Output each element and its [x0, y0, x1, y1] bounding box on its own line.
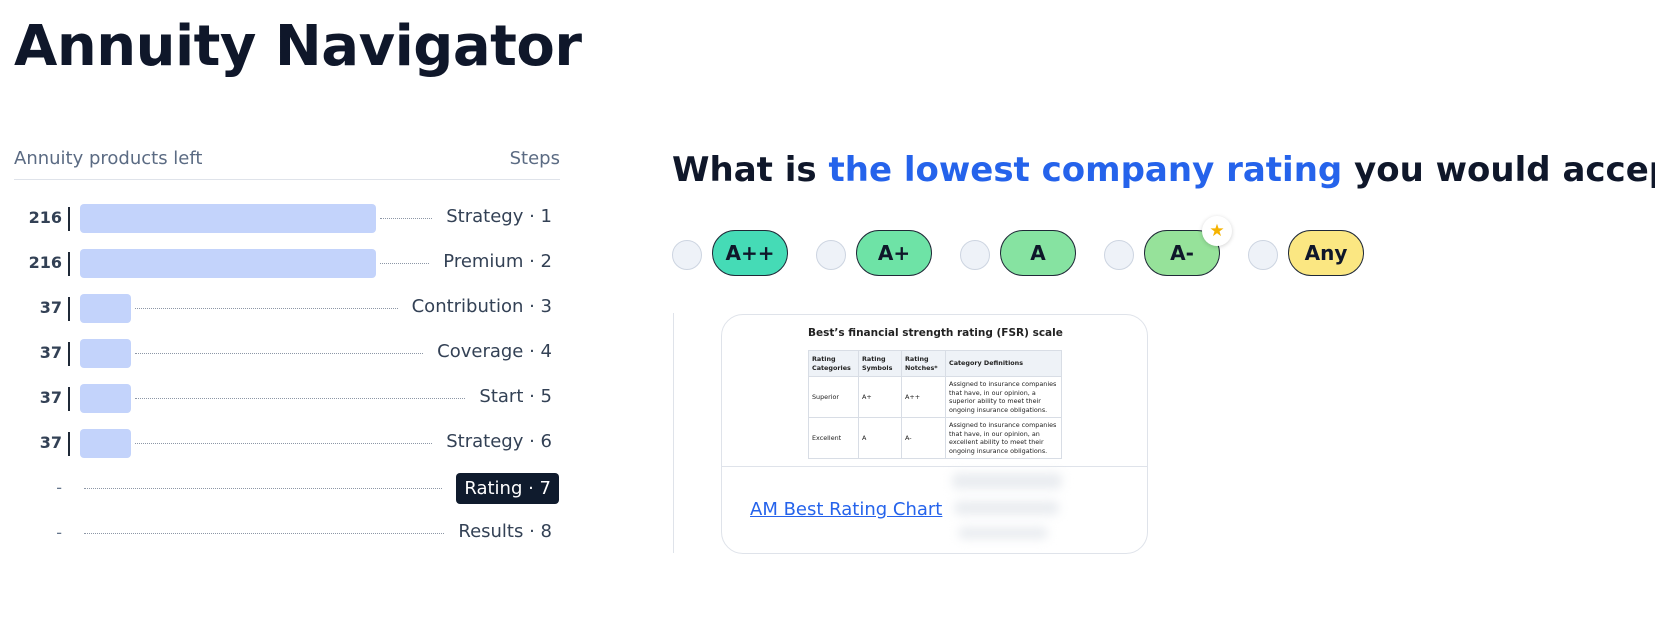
- rating-chart-preview: Best’s financial strength rating (FSR) s…: [722, 315, 1147, 467]
- fsr-cell: A+: [858, 376, 902, 418]
- step-products-bar: [80, 294, 131, 323]
- step-label[interactable]: Contribution · 3: [412, 296, 552, 317]
- step-row[interactable]: 37 Contribution · 3: [14, 286, 560, 331]
- blurred-content: [952, 473, 1062, 489]
- rating-pill[interactable]: A: [1000, 230, 1076, 276]
- step-row[interactable]: 37 Coverage · 4: [14, 331, 560, 376]
- step-row[interactable]: 216 Strategy · 1: [14, 196, 560, 241]
- step-row[interactable]: - Rating · 7: [14, 466, 560, 511]
- step-leader-line: [135, 443, 432, 444]
- step-list: 216 Strategy · 1 216 Premium · 2 37 Contribut…: [14, 196, 560, 556]
- step-row[interactable]: 37 Start · 5: [14, 376, 560, 421]
- fsr-cell: Assigned to insurance companies that hav…: [945, 376, 1062, 418]
- am-best-rating-chart-link[interactable]: AM Best Rating Chart: [750, 499, 942, 520]
- step-label[interactable]: Premium · 2: [443, 251, 552, 272]
- star-icon: ★: [1202, 216, 1232, 246]
- rating-radio[interactable]: [960, 240, 990, 270]
- question-prefix: What is: [672, 150, 829, 190]
- rating-radio[interactable]: [1104, 240, 1134, 270]
- step-leader-line: [380, 263, 429, 264]
- fsr-cell: Assigned to insurance companies that hav…: [945, 417, 1062, 459]
- rating-pill[interactable]: A++: [712, 230, 788, 276]
- step-product-count: -: [56, 478, 62, 497]
- fsr-header-cell: Category Definitions: [945, 350, 1062, 377]
- fsr-cell: Excellent: [808, 417, 859, 459]
- rating-radio[interactable]: [672, 240, 702, 270]
- step-product-count: 37: [39, 343, 62, 362]
- step-products-bar: [80, 204, 376, 233]
- fsr-table-header-row: Rating Categories Rating Symbols Rating …: [808, 350, 1062, 377]
- step-row[interactable]: 37 Strategy · 6: [14, 421, 560, 466]
- fsr-header-cell: Rating Notches*: [901, 350, 946, 377]
- rating-chart-card[interactable]: Best’s financial strength rating (FSR) s…: [721, 314, 1148, 554]
- step-label[interactable]: Strategy · 1: [446, 206, 552, 227]
- progress-panel: Annuity products left Steps 216 Strategy …: [14, 148, 560, 556]
- step-tick: [68, 297, 70, 321]
- rating-pill[interactable]: A+: [856, 230, 932, 276]
- step-product-count: 216: [28, 208, 62, 227]
- preview-title: Best’s financial strength rating (FSR) s…: [808, 327, 1063, 339]
- step-leader-line: [135, 398, 465, 399]
- fsr-cell: A++: [901, 376, 946, 418]
- steps-heading: Steps: [509, 148, 560, 169]
- step-product-count: -: [56, 523, 62, 542]
- fsr-cell: A: [858, 417, 902, 459]
- panel-header: Annuity products left Steps: [14, 148, 560, 180]
- step-row[interactable]: 216 Premium · 2: [14, 241, 560, 286]
- rating-pill[interactable]: Any: [1288, 230, 1364, 276]
- fsr-header-cell: Rating Categories: [808, 350, 859, 377]
- step-products-bar: [80, 384, 131, 413]
- step-leader-line: [380, 218, 432, 219]
- step-label[interactable]: Results · 8: [458, 521, 552, 542]
- step-leader-line: [135, 308, 398, 309]
- blurred-content: [954, 501, 1059, 515]
- step-tick: [68, 342, 70, 366]
- step-product-count: 37: [39, 433, 62, 452]
- step-products-bar: [80, 429, 131, 458]
- step-tick: [68, 252, 70, 276]
- step-product-count: 37: [39, 298, 62, 317]
- step-tick: [68, 432, 70, 456]
- fsr-table: Rating Categories Rating Symbols Rating …: [808, 350, 1062, 459]
- rating-radio[interactable]: [1248, 240, 1278, 270]
- question-title: What is the lowest company rating you wo…: [672, 150, 1655, 190]
- blurred-content: [958, 527, 1048, 539]
- step-tick: [68, 387, 70, 411]
- step-label[interactable]: Start · 5: [479, 386, 552, 407]
- question-suffix: you would accept?: [1354, 150, 1655, 190]
- step-leader-line: [84, 533, 444, 534]
- fsr-header-cell: Rating Symbols: [858, 350, 902, 377]
- step-tick: [68, 207, 70, 231]
- step-label[interactable]: Coverage · 4: [437, 341, 552, 362]
- step-product-count: 37: [39, 388, 62, 407]
- divider: [673, 313, 674, 553]
- step-products-bar: [80, 339, 131, 368]
- fsr-table-row: Superior A+ A++ Assigned to insurance co…: [808, 376, 1062, 418]
- step-products-bar: [80, 249, 376, 278]
- step-label-active[interactable]: Rating · 7: [456, 473, 559, 504]
- step-leader-line: [135, 353, 423, 354]
- products-left-heading: Annuity products left: [14, 148, 203, 169]
- step-leader-line: [84, 488, 442, 489]
- step-label[interactable]: Strategy · 6: [446, 431, 552, 452]
- step-product-count: 216: [28, 253, 62, 272]
- fsr-table-row: Excellent A A- Assigned to insurance com…: [808, 417, 1062, 459]
- fsr-cell: Superior: [808, 376, 859, 418]
- question-highlight: the lowest company rating: [828, 150, 1343, 190]
- fsr-cell: A-: [901, 417, 946, 459]
- app-title: Annuity Navigator: [14, 14, 582, 79]
- step-row[interactable]: - Results · 8: [14, 511, 560, 556]
- rating-radio[interactable]: [816, 240, 846, 270]
